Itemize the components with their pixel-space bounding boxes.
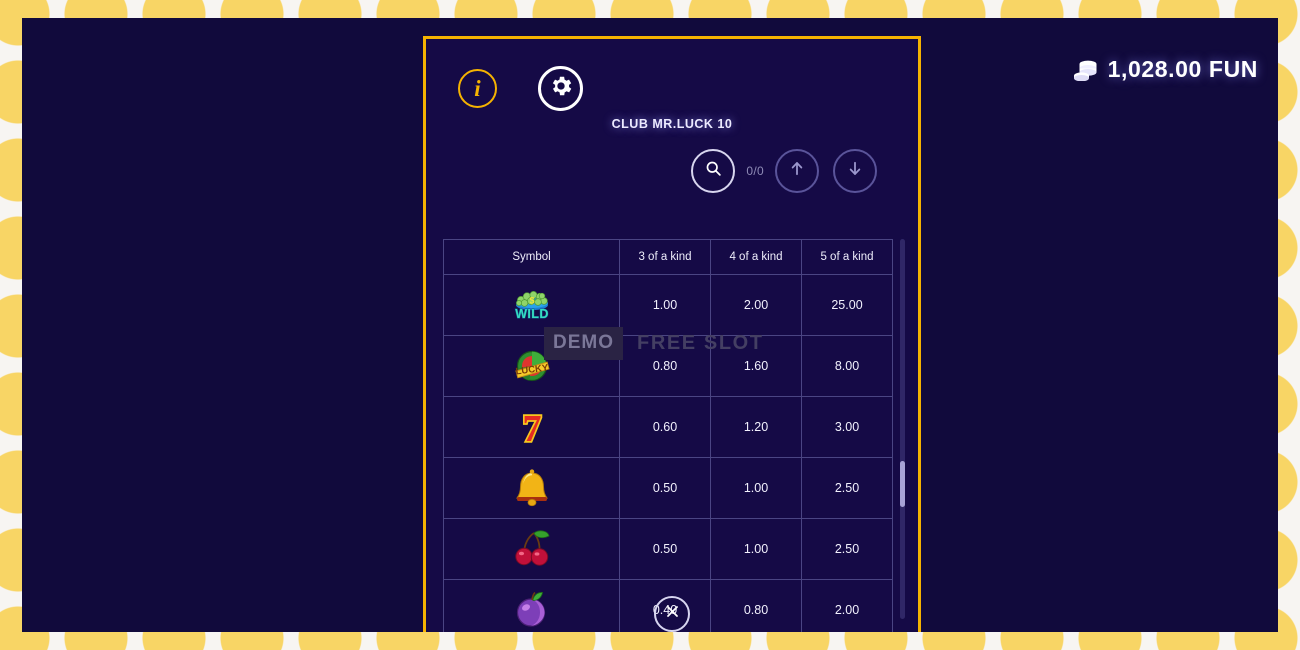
settings-button[interactable]	[538, 66, 583, 111]
payout-4-of-a-kind: 1.00	[710, 518, 802, 580]
balance-display: 1,028.00 FUN	[1073, 56, 1258, 83]
payout-5-of-a-kind: 2.50	[801, 457, 893, 519]
payout-3-of-a-kind: 1.00	[619, 274, 711, 336]
svg-text:7: 7	[522, 408, 541, 449]
page-root: 1,028.00 FUN i CLUB MR.LUCK 10 0/0 DEMO …	[0, 0, 1300, 650]
paytable-scrollbar-thumb[interactable]	[900, 461, 905, 507]
symbol-cell	[443, 579, 620, 632]
payout-4-of-a-kind: 1.60	[710, 335, 802, 397]
previous-result-button[interactable]	[775, 149, 819, 193]
symbol-cell	[443, 518, 620, 580]
table-row: 7 0.60 1.20 3.00	[443, 396, 893, 458]
coin-stack-icon	[1073, 59, 1099, 81]
table-row: 0.50 1.00 2.50	[443, 457, 893, 519]
paytable-container: Symbol 3 of a kind 4 of a kind 5 of a ki…	[443, 221, 907, 632]
game-inner-panel: i CLUB MR.LUCK 10 0/0 DEMO FREE SLOT Sym…	[426, 39, 918, 632]
table-row: $ WILD 1.00 2.00 25.00	[443, 274, 893, 336]
payout-3-of-a-kind: 0.60	[619, 396, 711, 458]
symbol-cell: $ WILD	[443, 274, 620, 336]
payout-3-of-a-kind: 0.50	[619, 518, 711, 580]
paytable-scrollbar-track[interactable]	[900, 239, 905, 619]
paytable-header-row: Symbol 3 of a kind 4 of a kind 5 of a ki…	[443, 239, 893, 275]
search-button[interactable]	[691, 149, 736, 193]
game-stage: 1,028.00 FUN i CLUB MR.LUCK 10 0/0 DEMO …	[22, 18, 1278, 632]
gear-icon	[548, 73, 574, 104]
payout-5-of-a-kind: 2.00	[801, 579, 893, 632]
search-controls: 0/0	[691, 149, 877, 193]
payout-4-of-a-kind: 1.00	[710, 457, 802, 519]
payout-4-of-a-kind: 0.80	[710, 579, 802, 632]
game-frame: i CLUB MR.LUCK 10 0/0 DEMO FREE SLOT Sym…	[423, 36, 921, 632]
payout-4-of-a-kind: 1.20	[710, 396, 802, 458]
seven-symbol: 7	[509, 405, 555, 449]
close-button[interactable]	[654, 596, 690, 632]
payout-5-of-a-kind: 3.00	[801, 396, 893, 458]
plum-symbol	[509, 588, 555, 632]
payout-5-of-a-kind: 8.00	[801, 335, 893, 397]
svg-text:WILD: WILD	[515, 307, 549, 321]
symbol-cell: LUCKY	[443, 335, 620, 397]
symbol-cell	[443, 457, 620, 519]
column-header-4-of-a-kind: 4 of a kind	[710, 239, 802, 275]
paytable: Symbol 3 of a kind 4 of a kind 5 of a ki…	[443, 239, 893, 632]
payout-5-of-a-kind: 2.50	[801, 518, 893, 580]
arrow-down-icon	[847, 160, 863, 182]
column-header-5-of-a-kind: 5 of a kind	[801, 239, 893, 275]
next-result-button[interactable]	[833, 149, 877, 193]
symbol-cell: 7	[443, 396, 620, 458]
payout-4-of-a-kind: 2.00	[710, 274, 802, 336]
table-row: LUCKY 0.80 1.60 8.00	[443, 335, 893, 397]
lucky-melon-symbol: LUCKY	[509, 344, 555, 388]
column-header-symbol: Symbol	[443, 239, 620, 275]
search-result-counter: 0/0	[746, 164, 764, 178]
payout-3-of-a-kind: 0.50	[619, 457, 711, 519]
arrow-up-icon	[789, 160, 805, 182]
balance-amount: 1,028.00 FUN	[1107, 56, 1258, 82]
payout-3-of-a-kind: 0.80	[619, 335, 711, 397]
cherry-symbol	[509, 527, 555, 571]
column-header-3-of-a-kind: 3 of a kind	[619, 239, 711, 275]
table-row: 0.50 1.00 2.50	[443, 518, 893, 580]
page-title: CLUB MR.LUCK 10	[611, 117, 733, 131]
wild-money-symbol: $ WILD	[509, 283, 555, 327]
bell-symbol	[509, 466, 555, 510]
close-icon	[665, 604, 680, 624]
payout-5-of-a-kind: 25.00	[801, 274, 893, 336]
search-icon	[705, 160, 722, 182]
info-icon: i	[474, 75, 481, 101]
svg-text:$: $	[529, 296, 534, 306]
info-button[interactable]: i	[458, 69, 497, 108]
